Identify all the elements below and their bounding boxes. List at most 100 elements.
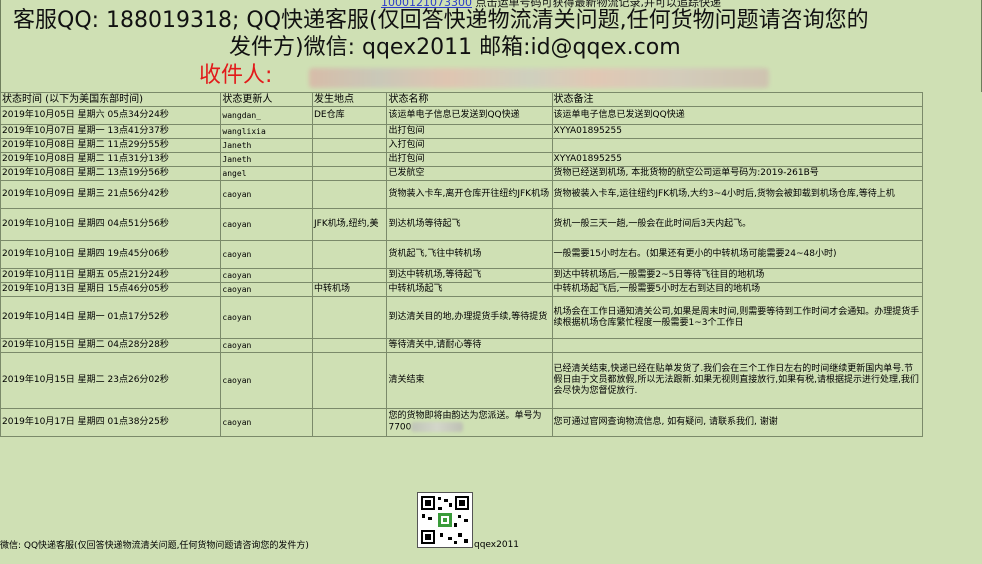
- cell-status-time: 2019年10月10日 星期四 19点45分06秒: [1, 241, 221, 268]
- cell-updater: caoyan: [221, 209, 312, 240]
- cell-status-note: 一般需要15小时左右。(如果还有更小的中转机场可能需要24~48小时): [552, 241, 922, 268]
- cell-status-name: 到达中转机场,等待起飞: [387, 269, 552, 282]
- cell-status-time: 2019年10月11日 星期五 05点21分24秒: [1, 269, 221, 282]
- cell-status-name: 该运单电子信息已发送到QQ快递: [387, 107, 552, 124]
- cell-status-time: 2019年10月15日 星期二 23点26分02秒: [1, 353, 221, 408]
- recipient-redacted-blur: [309, 68, 769, 88]
- cell-status-name: 出打包间: [387, 125, 552, 138]
- cell-status-note: [552, 339, 922, 352]
- header-status-time: 状态时间 (以下为美国东部时间): [1, 93, 221, 106]
- cell-status-time: 2019年10月08日 星期二 13点19分56秒: [1, 167, 221, 180]
- tracking-number-redacted-blur: [411, 422, 464, 433]
- cell-status-note: 您可通过官网查询物流信息, 如有疑问, 请联系我们, 谢谢: [552, 409, 922, 436]
- cell-status-time: 2019年10月08日 星期二 11点31分13秒: [1, 153, 221, 166]
- footer-wechat-id: qqex2011: [474, 540, 520, 550]
- cell-status-note: 已经清关结束,快递已经在贴单发货了.我们会在三个工作日左右的时间继续更新国内单号…: [552, 353, 922, 408]
- cell-location: [313, 269, 387, 282]
- table-row: 2019年10月11日 星期五 05点21分24秒 caoyan 到达中转机场,等待…: [1, 269, 922, 282]
- table-row: 2019年10月09日 星期三 21点56分42秒 caoyan 货物装入卡车,离开…: [1, 181, 922, 208]
- cell-status-name: 货机起飞,飞往中转机场: [387, 241, 552, 268]
- table-row: 2019年10月05日 星期六 05点34分24秒 wangdan_ DE仓库 该运单…: [1, 107, 922, 124]
- cell-location: [313, 409, 387, 436]
- cell-updater: Janeth: [221, 153, 312, 166]
- service-line-1: 客服QQ: 188019318; QQ快递客服(仅回答快递物流清关问题,任何货物…: [13, 8, 869, 33]
- cell-updater: wangdan_: [221, 107, 312, 124]
- cell-location: [313, 139, 387, 152]
- cell-status-note: 货机一般三天一趟,一般会在此时间后3天内起飞。: [552, 209, 922, 240]
- cell-status-time: 2019年10月07日 星期一 13点41分37秒: [1, 125, 221, 138]
- header-status-note: 状态备注: [552, 93, 922, 106]
- cell-status-note: 中转机场起飞后,一般需要5小时左右到达目的地机场: [552, 283, 922, 296]
- header-updater: 状态更新人: [221, 93, 312, 106]
- cell-location: [313, 125, 387, 138]
- header-location: 发生地点: [313, 93, 387, 106]
- cell-updater: caoyan: [221, 339, 312, 352]
- cell-status-name: 出打包间: [387, 153, 552, 166]
- cell-updater: caoyan: [221, 283, 312, 296]
- recipient-row: 收件人:: [199, 62, 769, 90]
- cell-status-name: 已发航空: [387, 167, 552, 180]
- table-row: 2019年10月15日 星期二 23点26分02秒 caoyan 清关结束 已经清关结…: [1, 353, 922, 408]
- table-body: 2019年10月05日 星期六 05点34分24秒 wangdan_ DE仓库 该运单…: [1, 107, 922, 436]
- cell-status-name: 入打包间: [387, 139, 552, 152]
- table-row: 2019年10月10日 星期四 04点51分56秒 caoyan JFK机场,纽约,…: [1, 209, 922, 240]
- cell-status-name: 到达清关目的地,办理提货手续,等待提货: [387, 297, 552, 338]
- table-row: 2019年10月08日 星期二 13点19分56秒 angel 已发航空 货物已经送到…: [1, 167, 922, 180]
- cell-location: [313, 167, 387, 180]
- cell-location: [313, 153, 387, 166]
- cell-updater: caoyan: [221, 353, 312, 408]
- cell-updater: caoyan: [221, 181, 312, 208]
- cell-updater: angel: [221, 167, 312, 180]
- table-row: 2019年10月17日 星期四 01点38分25秒 caoyan 您的货物即将由韵达…: [1, 409, 922, 436]
- footer-wechat: 微信: QQ快递客服(仅回答快递物流清关问题,任何货物问题请咨询您的发件方): [0, 541, 309, 551]
- cell-updater: caoyan: [221, 241, 312, 268]
- cell-location: [313, 353, 387, 408]
- cell-status-note: 到达中转机场后,一般需要2~5日等待飞往目的地机场: [552, 269, 922, 282]
- cell-updater: caoyan: [221, 409, 312, 436]
- cell-location: DE仓库: [313, 107, 387, 124]
- cell-status-time: 2019年10月08日 星期二 11点29分55秒: [1, 139, 221, 152]
- cell-location: [313, 297, 387, 338]
- tracking-table: 状态时间 (以下为美国东部时间) 状态更新人 发生地点 状态名称 状态备注 20…: [0, 92, 923, 437]
- cell-status-time: 2019年10月05日 星期六 05点34分24秒: [1, 107, 221, 124]
- cell-location: 中转机场: [313, 283, 387, 296]
- cell-status-note: 机场会在工作日通知清关公司,如果是周末时间,则需要等待到工作时间才会通知。办理提…: [552, 297, 922, 338]
- recipient-label: 收件人:: [199, 63, 273, 88]
- table-row: 2019年10月14日 星期一 01点17分52秒 caoyan 到达清关目的地,办…: [1, 297, 922, 338]
- qr-code-image: [417, 492, 473, 548]
- table-row: 2019年10月15日 星期二 04点28分28秒 caoyan 等待清关中,请耐心…: [1, 339, 922, 352]
- cell-status-name: 等待清关中,请耐心等待: [387, 339, 552, 352]
- table-row: 2019年10月08日 星期二 11点31分13秒 Janeth 出打包间 XYYA0…: [1, 153, 922, 166]
- cell-status-time: 2019年10月15日 星期二 04点28分28秒: [1, 339, 221, 352]
- cell-updater: Janeth: [221, 139, 312, 152]
- cell-location: [313, 241, 387, 268]
- cell-status-note: [552, 139, 922, 152]
- cell-status-note: 货物已经送到机场, 本批货物的航空公司运单号码为:2019-261B号: [552, 167, 922, 180]
- cell-updater: caoyan: [221, 297, 312, 338]
- cell-updater: wanglixia: [221, 125, 312, 138]
- table-row: 2019年10月13日 星期日 15点46分05秒 caoyan 中转机场 中转机场起…: [1, 283, 922, 296]
- cell-status-time: 2019年10月14日 星期一 01点17分52秒: [1, 297, 221, 338]
- cell-location: JFK机场,纽约,美: [313, 209, 387, 240]
- table-header-row: 状态时间 (以下为美国东部时间) 状态更新人 发生地点 状态名称 状态备注: [1, 93, 922, 106]
- header: 1000121073300 点击运单号码可获得最新物流记录,并可以追踪快递 客服…: [0, 0, 982, 92]
- cell-status-time: 2019年10月10日 星期四 04点51分56秒: [1, 209, 221, 240]
- cell-status-time: 2019年10月13日 星期日 15点46分05秒: [1, 283, 221, 296]
- service-line-2: 发件方)微信: qqex2011 邮箱:id@qqex.com: [229, 35, 681, 60]
- cell-status-name: 您的货物即将由韵达为您派送。单号为7700: [387, 409, 552, 436]
- cell-status-note: 该运单电子信息已发送到QQ快递: [552, 107, 922, 124]
- qr-code-icon: [418, 493, 472, 547]
- cell-status-time: 2019年10月17日 星期四 01点38分25秒: [1, 409, 221, 436]
- cell-status-name: 中转机场起飞: [387, 283, 552, 296]
- cell-updater: caoyan: [221, 269, 312, 282]
- cell-location: [313, 339, 387, 352]
- cell-status-note: XYYA01895255: [552, 153, 922, 166]
- cell-status-name: 清关结束: [387, 353, 552, 408]
- cell-status-note: XYYA01895255: [552, 125, 922, 138]
- cell-status-name: 货物装入卡车,离开仓库开往纽约JFK机场: [387, 181, 552, 208]
- table-row: 2019年10月10日 星期四 19点45分06秒 caoyan 货机起飞,飞往中转…: [1, 241, 922, 268]
- header-status-name: 状态名称: [387, 93, 552, 106]
- cell-status-time: 2019年10月09日 星期三 21点56分42秒: [1, 181, 221, 208]
- cell-location: [313, 181, 387, 208]
- cell-status-name: 到达机场等待起飞: [387, 209, 552, 240]
